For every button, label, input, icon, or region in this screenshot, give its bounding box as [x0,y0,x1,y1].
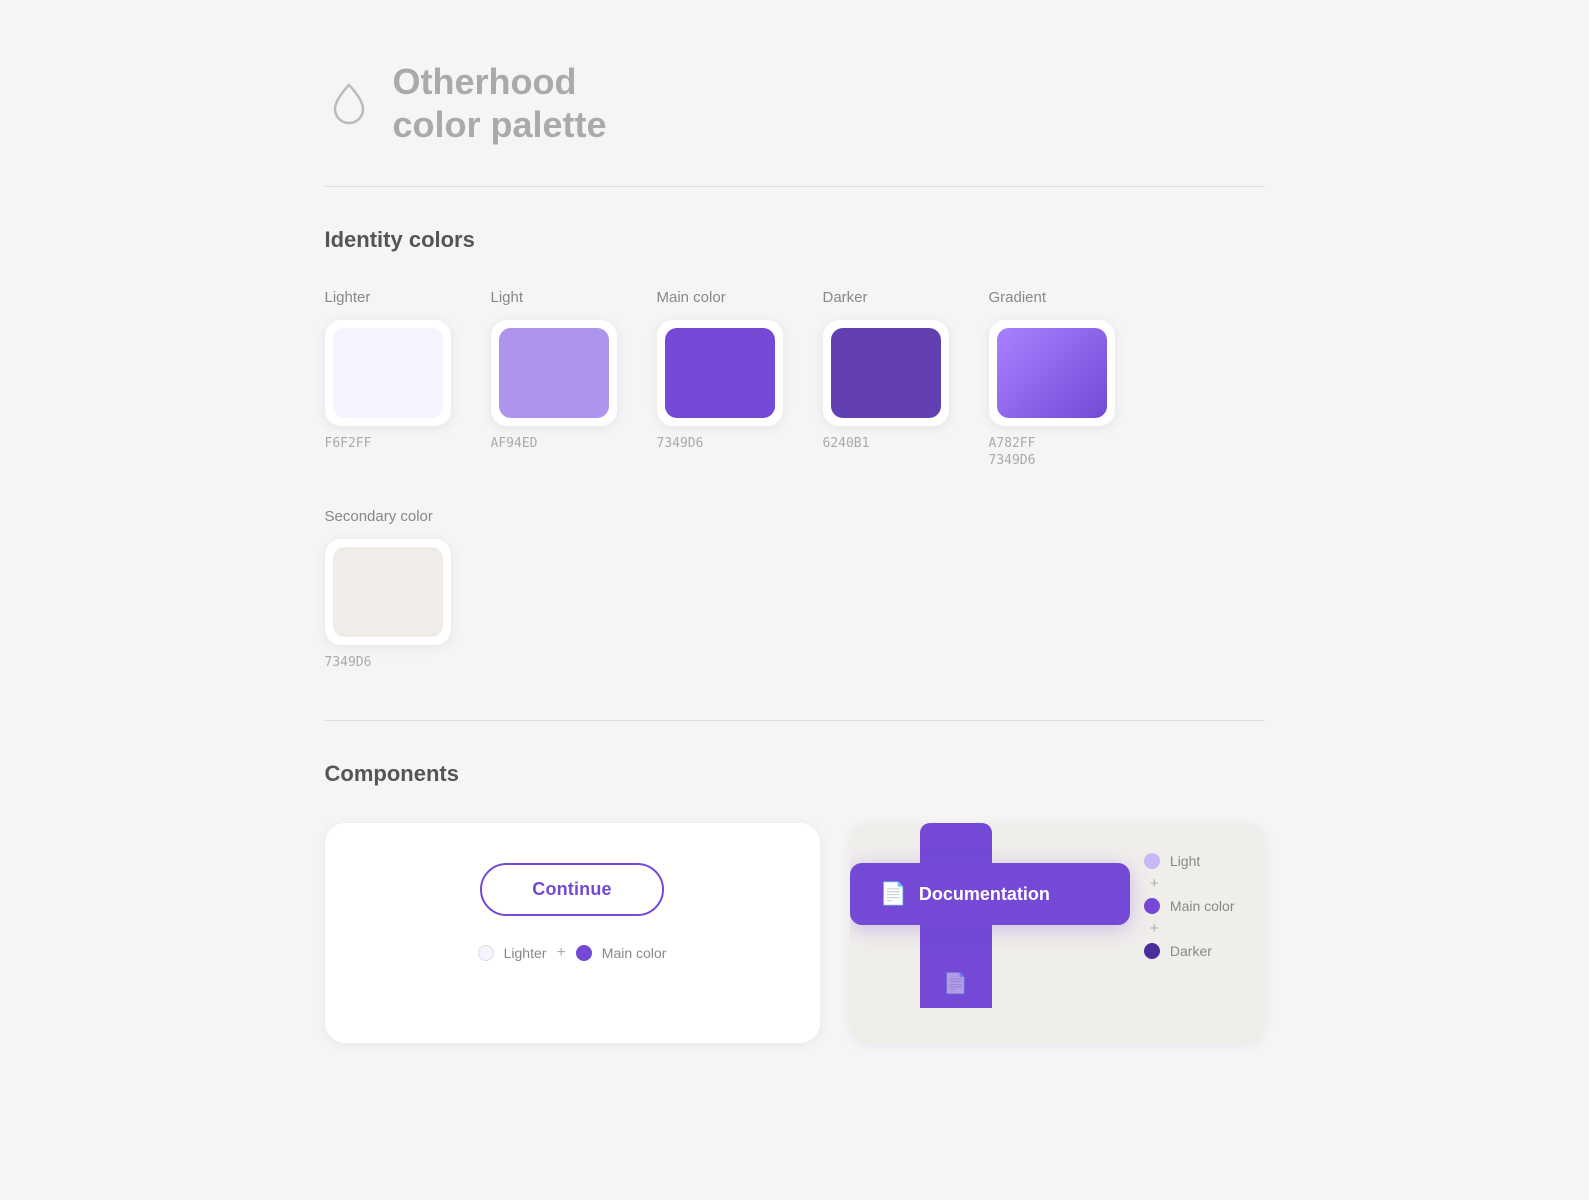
color-item-lighter: Lighter F6F2FF [325,289,451,451]
doc-button[interactable]: 📄 Documentation [850,863,1130,925]
page-header: Otherhood color palette [325,60,1265,146]
doc-legend-plus-2: + [1144,920,1235,937]
swatch-wrapper-lighter [325,320,451,426]
swatch-main [665,328,775,418]
color-label-main: Main color [657,289,726,306]
page-container: Otherhood color palette Identity colors … [245,0,1345,1103]
hex-gradient-1: A782FF [989,436,1036,451]
hex-lighter: F6F2FF [325,436,372,451]
doc-button-icon: 📄 [880,881,907,907]
swatch-wrapper-main [657,320,783,426]
color-label-light: Light [491,289,524,306]
hex-main: 7349D6 [657,436,704,451]
component-card-doc: 📄 📄 Documentation Light + [850,823,1265,1043]
hex-secondary: 7349D6 [325,655,372,670]
hex-gradient-2: 7349D6 [989,453,1036,468]
button-legend: Lighter + Main color [478,944,667,962]
doc-legend-darker-label: Darker [1170,943,1212,959]
droplet-icon [325,79,373,127]
doc-area: 📄 📄 Documentation Light + [850,823,1265,1043]
color-label-darker: Darker [823,289,868,306]
swatch-wrapper-secondary [325,539,451,645]
color-item-gradient: Gradient A782FF 7349D6 [989,289,1115,468]
legend-main-label: Main color [602,945,667,961]
color-item-main: Main color 7349D6 [657,289,783,451]
legend-dot-main-2 [1144,898,1160,914]
doc-legend-light-label: Light [1170,853,1200,869]
doc-legend-main: Main color [1144,898,1235,914]
color-item-darker: Darker 6240B1 [823,289,949,451]
component-card-button: Continue Lighter + Main color [325,823,820,1043]
color-item-secondary: Secondary color 7349D6 [325,508,451,670]
legend-plus-1: + [556,944,565,962]
legend-lighter-label: Lighter [504,945,547,961]
doc-button-label: Documentation [919,884,1050,905]
swatch-wrapper-light [491,320,617,426]
legend-dot-light [1144,853,1160,869]
components-section-title: Components [325,761,1265,787]
doc-legend-main-label: Main color [1170,898,1235,914]
legend-dot-main [576,945,592,961]
legend-dot-lighter [478,945,494,961]
color-label-gradient: Gradient [989,289,1047,306]
components-grid: Continue Lighter + Main color 📄 [325,823,1265,1043]
swatch-light [499,328,609,418]
swatch-wrapper-gradient [989,320,1115,426]
color-grid: Lighter F6F2FF Light AF94ED Main color [325,289,1265,670]
identity-section: Identity colors Lighter F6F2FF Light AF9… [325,227,1265,670]
doc-legend-plus-1: + [1144,875,1235,892]
color-label-secondary: Secondary color [325,508,433,525]
swatch-lighter [333,328,443,418]
header-divider [325,186,1265,187]
color-label-lighter: Lighter [325,289,371,306]
continue-button[interactable]: Continue [480,863,663,916]
identity-section-title: Identity colors [325,227,1265,253]
doc-legend-darker: Darker [1144,943,1235,959]
hex-darker: 6240B1 [823,436,870,451]
swatch-gradient [997,328,1107,418]
swatch-darker [831,328,941,418]
section-divider [325,720,1265,721]
swatch-wrapper-darker [823,320,949,426]
color-item-light: Light AF94ED [491,289,617,451]
legend-dot-darker-2 [1144,943,1160,959]
header-title: Otherhood color palette [393,60,607,146]
doc-legend-light: Light [1144,853,1235,869]
swatch-secondary [333,547,443,637]
doc-tab-icon: 📄 [943,971,968,996]
components-section: Components Continue Lighter + Main color [325,761,1265,1043]
doc-legend: Light + Main color + Darker [1144,853,1235,959]
hex-light: AF94ED [491,436,538,451]
